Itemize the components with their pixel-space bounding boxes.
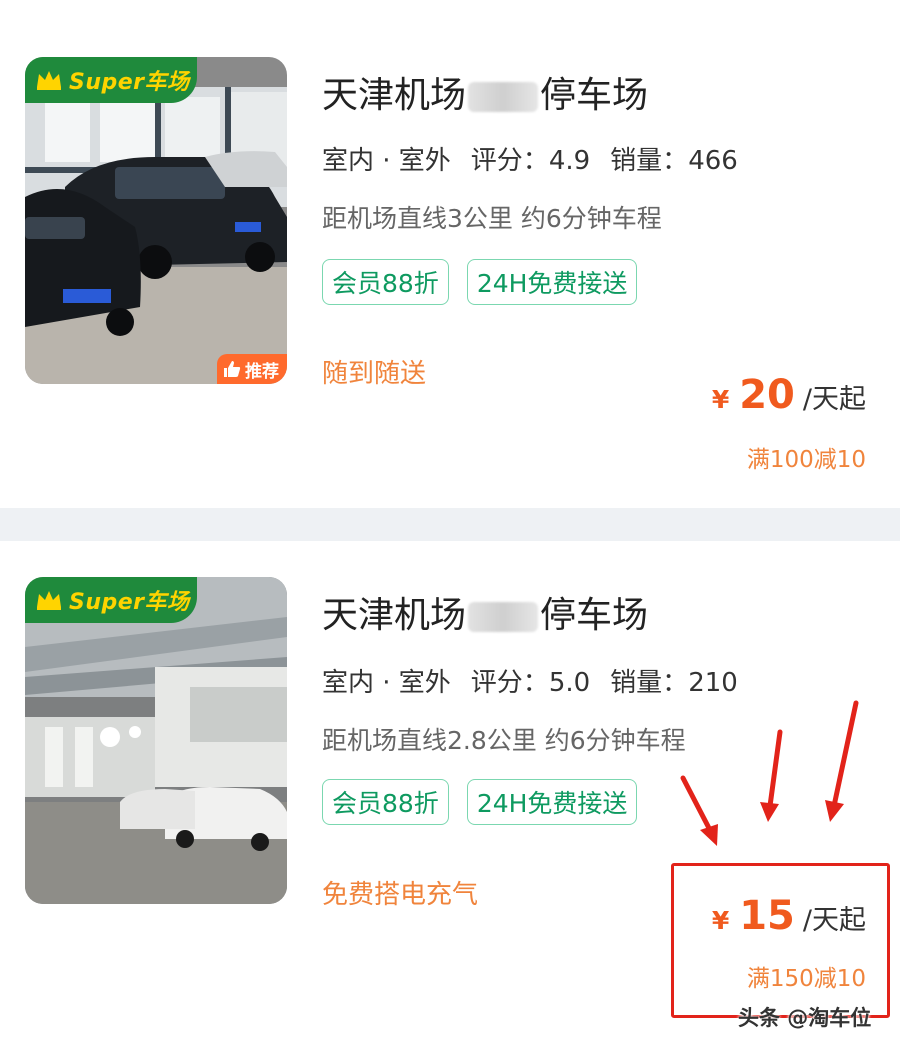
red-arrow-icon: [825, 700, 859, 822]
watermark: 头条 @淘车位: [738, 1006, 872, 1030]
red-arrow-icon: [680, 775, 718, 846]
annotation-arrows: [680, 700, 859, 846]
red-arrow-icon: [760, 729, 783, 822]
